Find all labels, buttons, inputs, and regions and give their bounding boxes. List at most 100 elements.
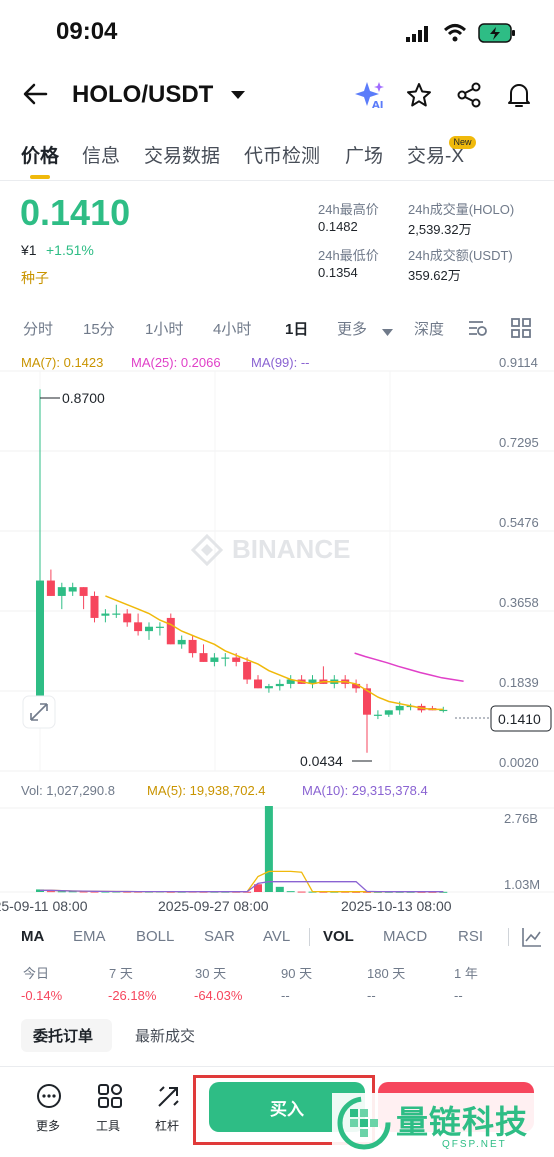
timeframe-more[interactable]: 更多 — [337, 318, 367, 339]
timeframe-4h[interactable]: 4小时 — [213, 318, 251, 339]
qfsp-logo-icon — [337, 1096, 391, 1150]
candle-body — [112, 613, 121, 615]
signal-icon — [406, 26, 430, 47]
tab-trade-data[interactable]: 交易数据 — [144, 141, 220, 168]
candle-body — [46, 580, 55, 596]
indicator-ema[interactable]: EMA — [73, 928, 106, 945]
ma7-line — [105, 595, 444, 711]
candle-body — [177, 639, 186, 645]
expand-icon[interactable] — [22, 695, 56, 729]
share-icon[interactable] — [456, 82, 482, 113]
chart-settings-icon[interactable] — [467, 318, 489, 343]
tab-info[interactable]: 信息 — [82, 141, 120, 168]
perf-value-180d: -- — [367, 988, 376, 1003]
indicator-sar[interactable]: SAR — [204, 928, 235, 945]
y-tick-label: 0.7295 — [499, 435, 539, 450]
candle-body — [275, 683, 284, 687]
leverage-icon[interactable] — [156, 1083, 182, 1114]
star-icon[interactable] — [406, 82, 432, 113]
timeframe-15m[interactable]: 15分 — [83, 318, 115, 339]
candle-body — [36, 580, 44, 715]
vol-ma5-legend: MA(5): 19,938,702.4 — [147, 783, 266, 798]
candle-body — [188, 639, 197, 654]
vol-ma10-legend: MA(10): 29,315,378.4 — [302, 783, 428, 798]
pair-title[interactable]: HOLO/USDT — [72, 81, 213, 109]
caret-down-icon[interactable] — [230, 88, 246, 106]
timeframe-1d[interactable]: 1日 — [285, 318, 308, 339]
timeframe-1h[interactable]: 1小时 — [145, 318, 183, 339]
y-tick-label: 0.0020 — [499, 755, 539, 770]
subtab-latest-trades[interactable]: 最新成交 — [135, 1025, 195, 1046]
perf-label-30d: 30 天 — [195, 966, 227, 981]
bell-icon[interactable] — [506, 81, 532, 114]
cny-price: ¥1 — [21, 242, 37, 258]
vol-value: 2,539.32万 — [408, 222, 472, 237]
candle-body — [264, 686, 273, 689]
current-price-label: 0.1410 — [498, 711, 541, 727]
tab-price[interactable]: 价格 — [21, 141, 59, 168]
watermark-logo: 量链科技 QFSP.NET — [332, 1093, 554, 1157]
min-price-label: 0.0434 — [300, 753, 343, 769]
perf-value-30d: -64.03% — [194, 988, 243, 1003]
candle-body — [243, 661, 252, 680]
candle-body — [90, 595, 99, 618]
more-label[interactable]: 更多 — [36, 1117, 60, 1134]
x-tick-label: 2025-09-11 08:00 — [0, 898, 88, 914]
indicator-avl[interactable]: AVL — [263, 928, 290, 945]
perf-label-180d: 180 天 — [367, 966, 406, 981]
leverage-label[interactable]: 杠杆 — [155, 1117, 179, 1134]
layout-grid-icon[interactable] — [511, 318, 531, 343]
volume-bar — [264, 806, 273, 892]
candle-body — [79, 587, 88, 596]
indicator-macd[interactable]: MACD — [383, 928, 427, 945]
candle-body — [254, 679, 262, 689]
indicator-ma[interactable]: MA — [21, 928, 44, 945]
new-badge: New — [449, 136, 476, 149]
amount-label: 24h成交额(USDT) — [408, 248, 513, 263]
candle-body — [373, 714, 382, 716]
status-time: 09:04 — [56, 18, 118, 45]
tab-token-check[interactable]: 代币检测 — [244, 141, 320, 168]
perf-value-1y: -- — [454, 988, 463, 1003]
seed-tag[interactable]: 种子 — [21, 268, 49, 288]
volume-bar — [57, 891, 66, 893]
timeframe-line[interactable]: 分时 — [23, 318, 53, 339]
volume-legend: Vol: 1,027,290.8 — [21, 783, 115, 798]
y-tick-label: 0.9114 — [499, 355, 538, 370]
ai-sparkle-icon[interactable]: AI — [355, 80, 385, 115]
indicator-rsi[interactable]: RSI — [458, 928, 483, 945]
candle-body — [57, 587, 66, 596]
candle-body — [145, 626, 153, 632]
active-tab-indicator — [30, 175, 50, 179]
candle-body — [395, 705, 404, 711]
ma25-line — [354, 652, 464, 683]
volume-bar — [46, 891, 55, 893]
more-icon[interactable] — [36, 1083, 62, 1114]
volume-bar — [286, 891, 295, 893]
tab-square[interactable]: 广场 — [345, 141, 383, 168]
subtab-orders[interactable]: 委托订单 — [33, 1025, 93, 1046]
candle-body — [221, 657, 230, 659]
low-value: 0.1354 — [318, 265, 358, 280]
indicator-boll[interactable]: BOLL — [136, 928, 174, 945]
volume-chart[interactable]: 2.76B 1.03M — [0, 800, 554, 895]
vol-ma5-line — [40, 870, 444, 893]
tools-label[interactable]: 工具 — [96, 1117, 120, 1134]
candlestick-chart[interactable]: BINANCE 0.9114 0.7295 0.5476 0.3658 0.1839 0.… — [0, 350, 554, 780]
watermark-brand-sub: QFSP.NET — [442, 1139, 507, 1150]
back-arrow-icon[interactable] — [22, 82, 48, 111]
indicator-vol[interactable]: VOL — [323, 928, 354, 945]
timeframe-depth[interactable]: 深度 — [414, 318, 444, 339]
battery-icon — [478, 22, 518, 49]
divider — [508, 928, 509, 946]
perf-label-1y: 1 年 — [454, 966, 478, 981]
watermark-brand-text: 量链科技 — [396, 1104, 529, 1140]
candle-body — [166, 617, 175, 645]
high-label: 24h最高价 — [318, 202, 379, 217]
perf-label-7d: 7 天 — [109, 966, 133, 981]
high-value: 0.1482 — [318, 219, 358, 234]
indicator-settings-icon[interactable] — [521, 926, 543, 953]
divider — [0, 1066, 554, 1067]
x-tick-label: 2025-10-13 08:00 — [341, 898, 452, 914]
tools-icon[interactable] — [97, 1083, 123, 1114]
